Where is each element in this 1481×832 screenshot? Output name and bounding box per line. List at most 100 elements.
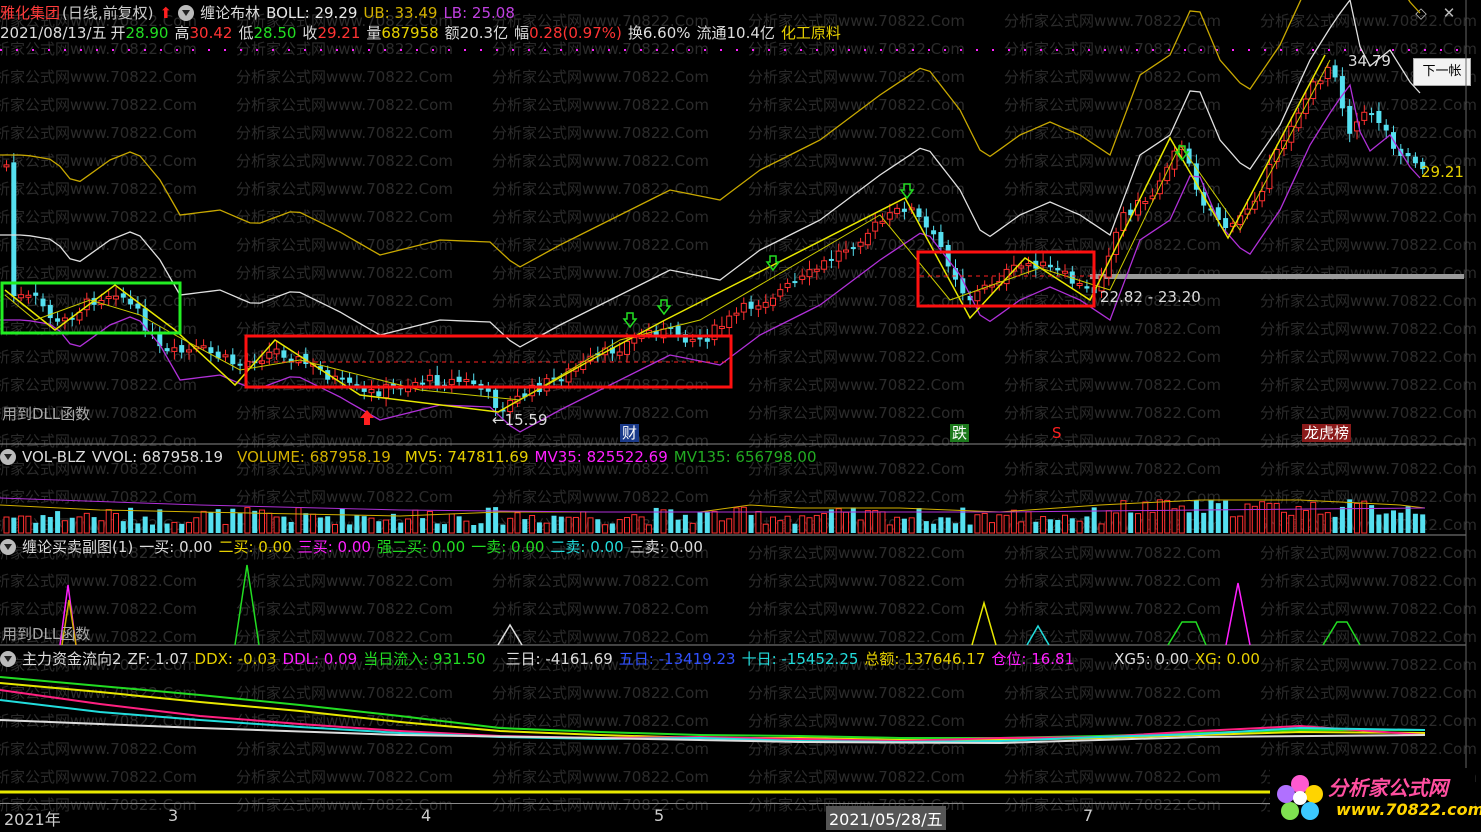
candle-body: [1361, 111, 1368, 121]
volume-bar: [105, 509, 112, 534]
volume-bar: [974, 514, 981, 534]
vol-indicator-name[interactable]: VOL-BLZ: [22, 448, 86, 466]
volume-bar: [325, 516, 331, 533]
candlestick-series: [3, 59, 1426, 420]
event-cai-badge[interactable]: 财: [620, 424, 640, 442]
candle-body: [762, 301, 769, 308]
signal-peaks: [59, 564, 1361, 646]
site-logo: 分析家公式网 www.70822.com: [1270, 768, 1481, 828]
volume-bar: [1003, 514, 1010, 534]
volume-bar: [514, 512, 521, 534]
volume-bar: [332, 524, 338, 534]
candle-body: [850, 247, 856, 250]
volume-bar: [784, 515, 791, 534]
candle-body: [493, 389, 499, 408]
volume-bar: [1273, 502, 1280, 534]
volume-bar: [164, 523, 170, 533]
volume-bar: [1302, 509, 1309, 534]
event-bang-badge[interactable]: 龙虎榜: [1302, 424, 1352, 442]
candle-body: [806, 269, 813, 278]
candle-body: [273, 348, 280, 355]
volume-bar: [317, 517, 323, 533]
candle-body: [55, 318, 61, 322]
collapse-icon[interactable]: [0, 449, 16, 465]
volume-bar: [1266, 502, 1273, 534]
strong-buy2-value: 强二买: 0.00: [376, 538, 466, 556]
ddl-value: DDL: 0.09: [282, 650, 358, 668]
candle-body: [1266, 163, 1273, 190]
volume-bar: [193, 517, 200, 534]
chart-canvas[interactable]: [0, 0, 1481, 832]
mv135-value: MV135: 656798.00: [673, 448, 817, 466]
volume-bar: [412, 509, 419, 534]
volume-bar: [1171, 508, 1178, 534]
candle-body: [463, 378, 470, 382]
candle-body: [784, 282, 791, 289]
flower-logo-icon: [1277, 775, 1323, 820]
candle-body: [1062, 270, 1068, 274]
flow-indicator-name[interactable]: 主力资金流向2: [22, 650, 122, 668]
volume-bar: [1062, 514, 1068, 534]
volume-bar: [376, 521, 382, 533]
candle-body: [1376, 110, 1382, 124]
candle-body: [237, 363, 243, 366]
candle-body: [828, 258, 834, 261]
volume-bar: [668, 509, 674, 533]
volume-bar: [266, 512, 273, 534]
candle-body: [770, 297, 776, 306]
candle-body: [222, 354, 229, 358]
candle-body: [456, 376, 462, 382]
volume-bar: [1324, 512, 1331, 534]
volume-bar: [1076, 520, 1083, 534]
volume-bar: [273, 516, 280, 534]
candle-body: [18, 294, 25, 299]
volume-bar: [580, 511, 587, 534]
candle-body: [186, 349, 192, 353]
candle-body: [128, 298, 134, 305]
five-day-value: 五日: -13419.23: [618, 650, 736, 668]
candle-body: [938, 231, 944, 247]
volume-bar: [1215, 503, 1221, 533]
volume-bar: [660, 509, 667, 534]
candle-body: [616, 351, 623, 356]
volume-bar: [25, 515, 32, 534]
candle-body: [886, 212, 893, 220]
volume-bar: [543, 522, 550, 534]
boll-lower-line: [0, 83, 1421, 433]
volume-bars: [3, 499, 1426, 534]
volume-bar: [1361, 500, 1368, 534]
volume-bar: [1223, 500, 1229, 533]
candle-body: [230, 354, 236, 365]
volume-bar: [208, 512, 214, 533]
volume-bar: [1229, 516, 1236, 534]
candle-body: [879, 220, 886, 224]
volume-bar: [281, 516, 287, 533]
volume-bar: [303, 513, 309, 533]
volume-bar: [675, 519, 681, 533]
volume-bar: [222, 523, 229, 534]
collapse-icon[interactable]: [0, 651, 16, 667]
event-s-badge[interactable]: S: [1050, 424, 1064, 442]
three-day-value: 三日: -4161.69: [505, 650, 613, 668]
candle-body: [864, 232, 871, 246]
candle-body: [792, 281, 798, 284]
volume-bar: [967, 524, 973, 533]
volume-bar: [813, 514, 820, 534]
volume-bar: [1135, 513, 1141, 534]
logo-url: www.70822.com: [1336, 800, 1481, 819]
event-die-badge[interactable]: 跌: [950, 424, 970, 442]
ddx-value: DDX: -0.03: [194, 650, 277, 668]
signal-indicator-name[interactable]: 缠论买卖副图(1): [22, 538, 133, 556]
volume-bar: [558, 516, 564, 533]
volume-bar: [762, 523, 769, 534]
volume-bar: [529, 514, 536, 534]
collapse-icon[interactable]: [0, 539, 16, 555]
volume-bar: [843, 511, 849, 534]
candle-body: [113, 295, 119, 300]
volume-bar: [69, 517, 75, 533]
volume-bar: [55, 511, 61, 533]
volume-bar: [295, 507, 302, 534]
sell1-value: 一卖: 0.00: [471, 538, 545, 556]
candle-body: [835, 250, 842, 262]
sell2-value: 二卖: 0.00: [550, 538, 624, 556]
